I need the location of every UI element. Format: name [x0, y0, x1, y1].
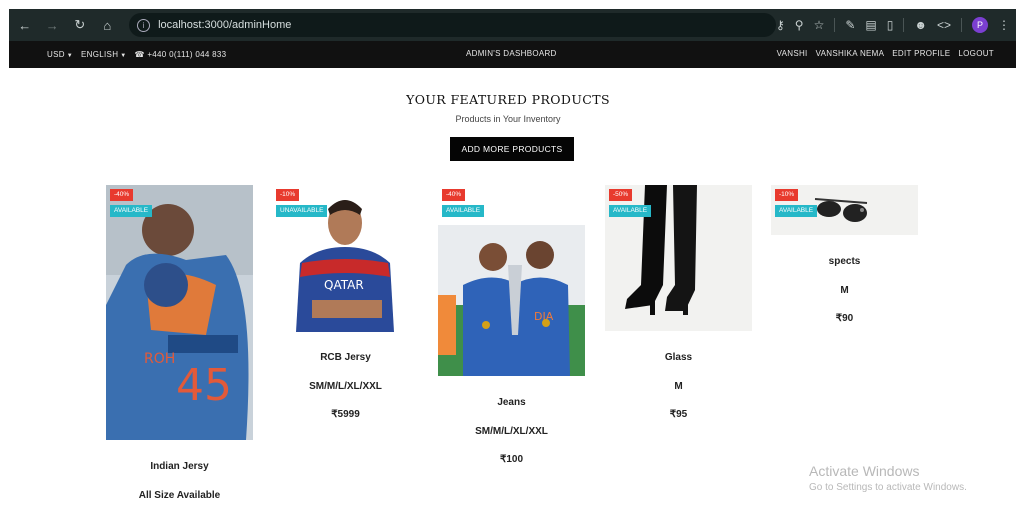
toolbar-divider — [903, 18, 905, 32]
product-image[interactable]: DIA -40% AVAILABLE — [438, 185, 585, 376]
product-size: M — [840, 285, 849, 296]
product-name: RCB Jersy — [320, 352, 371, 363]
currency-select[interactable]: USD ▼ — [47, 50, 73, 59]
phone-contact[interactable]: ☎ +440 0(111) 044 833 — [135, 50, 227, 59]
address-bar[interactable]: i localhost:3000/adminHome — [129, 13, 776, 37]
product-card[interactable]: QATAR -10% UNAVAILABLE RCB Jersy SM/M/L/… — [272, 185, 419, 420]
chevron-down-icon: ▼ — [66, 53, 74, 59]
product-name: Jeans — [497, 397, 526, 408]
currency-label: USD — [47, 50, 65, 59]
product-name: spects — [828, 256, 861, 267]
product-photo-indian-jersey: 45 ROH — [106, 185, 253, 440]
watermark-subtitle: Go to Settings to activate Windows. — [809, 482, 967, 493]
page-subtitle: Products in Your Inventory — [455, 114, 561, 124]
browser-toolbar: ← → ↻ ⌂ i localhost:3000/adminHome ⚷ ⚲ ☆… — [9, 9, 1016, 41]
product-price: ₹5999 — [331, 409, 360, 420]
product-image[interactable]: -50% AVAILABLE — [605, 185, 752, 331]
username-link[interactable]: VANSHI — [777, 49, 808, 58]
phone-icon: ☎ — [134, 50, 145, 59]
reload-icon[interactable]: ↻ — [68, 13, 92, 37]
product-image[interactable]: -10% AVAILABLE — [771, 185, 918, 235]
product-size: SM/M/L/XL/XXL — [309, 381, 382, 392]
discount-badge: -50% — [609, 189, 633, 201]
fullname-link[interactable]: VANSHIKA NEMA — [816, 49, 885, 58]
phone-number: +440 0(111) 044 833 — [147, 50, 227, 59]
edit-profile-link[interactable]: EDIT PROFILE — [892, 49, 950, 58]
add-products-button[interactable]: ADD MORE PRODUCTS — [450, 137, 574, 161]
svg-text:QATAR: QATAR — [324, 278, 364, 292]
product-card[interactable]: -10% AVAILABLE spects M ₹90 — [771, 185, 918, 324]
home-icon[interactable]: ⌂ — [96, 13, 120, 37]
product-size: M — [674, 381, 683, 392]
chevron-down-icon: ▼ — [120, 53, 127, 59]
discount-badge: -10% — [775, 189, 799, 201]
toolbar-divider — [834, 18, 836, 32]
product-image[interactable]: 45 ROH -40% AVAILABLE — [106, 185, 253, 440]
watermark-title: Activate Windows — [809, 463, 920, 479]
back-icon[interactable]: ← — [13, 13, 37, 37]
product-size: SM/M/L/XL/XXL — [475, 426, 548, 437]
product-card[interactable]: -50% AVAILABLE Glass M ₹95 — [605, 185, 752, 420]
url-text: localhost:3000/adminHome — [158, 19, 292, 31]
profile-avatar[interactable]: P — [972, 17, 988, 33]
forward-icon[interactable]: → — [41, 13, 65, 37]
svg-text:45: 45 — [176, 360, 232, 411]
discount-badge: -40% — [442, 189, 466, 201]
zoom-icon[interactable]: ⚲ — [795, 18, 804, 32]
product-name: Indian Jersy — [150, 461, 209, 472]
availability-badge: UNAVAILABLE — [276, 205, 328, 217]
page-title: YOUR FEATURED PRODUCTS — [406, 92, 610, 107]
product-card[interactable]: DIA -40% AVAILABLE Jeans SM/M/L/XL/XXL ₹… — [438, 185, 585, 465]
availability-badge: AVAILABLE — [442, 205, 485, 217]
discount-badge: -10% — [276, 189, 300, 201]
product-price: ₹100 — [499, 454, 524, 465]
availability-badge: AVAILABLE — [110, 205, 153, 217]
product-image[interactable]: QATAR -10% UNAVAILABLE — [272, 185, 419, 332]
site-topbar: USD ▼ ENGLISH ▼ ☎ +440 0(111) 044 833 ADMI… — [9, 41, 1016, 68]
extensions-icon[interactable]: ▯ — [887, 18, 894, 32]
language-label: ENGLISH — [81, 50, 119, 59]
pen-icon[interactable]: ✎ — [845, 18, 855, 32]
product-name: Glass — [664, 352, 693, 363]
windows-activation-watermark: Activate Windows Go to Settings to activ… — [809, 463, 967, 493]
language-select[interactable]: ENGLISH ▼ — [81, 50, 126, 59]
password-key-icon[interactable]: ⚷ — [776, 18, 785, 32]
incognito-icon[interactable]: ☻ — [914, 18, 927, 32]
site-info-icon[interactable]: i — [137, 18, 151, 32]
availability-badge: AVAILABLE — [775, 205, 818, 217]
toolbar-divider — [961, 18, 962, 32]
availability-badge: AVAILABLE — [609, 205, 652, 217]
svg-text:ROH: ROH — [144, 351, 175, 367]
product-size: All Size Available — [138, 490, 221, 501]
logout-link[interactable]: LOGOUT — [958, 49, 994, 58]
devtools-icon[interactable]: <> — [937, 18, 951, 32]
product-card[interactable]: 45 ROH -40% AVAILABLE Indian Jersy All S… — [106, 185, 253, 501]
product-price: ₹95 — [669, 409, 688, 420]
menu-kebab-icon[interactable]: ⋮ — [998, 18, 1010, 32]
discount-badge: -40% — [110, 189, 134, 201]
note-icon[interactable]: ▤ — [865, 18, 876, 32]
bookmark-star-icon[interactable]: ☆ — [814, 18, 825, 32]
dashboard-title: ADMIN'S DASHBOARD — [466, 49, 557, 58]
product-price: ₹90 — [835, 313, 854, 324]
